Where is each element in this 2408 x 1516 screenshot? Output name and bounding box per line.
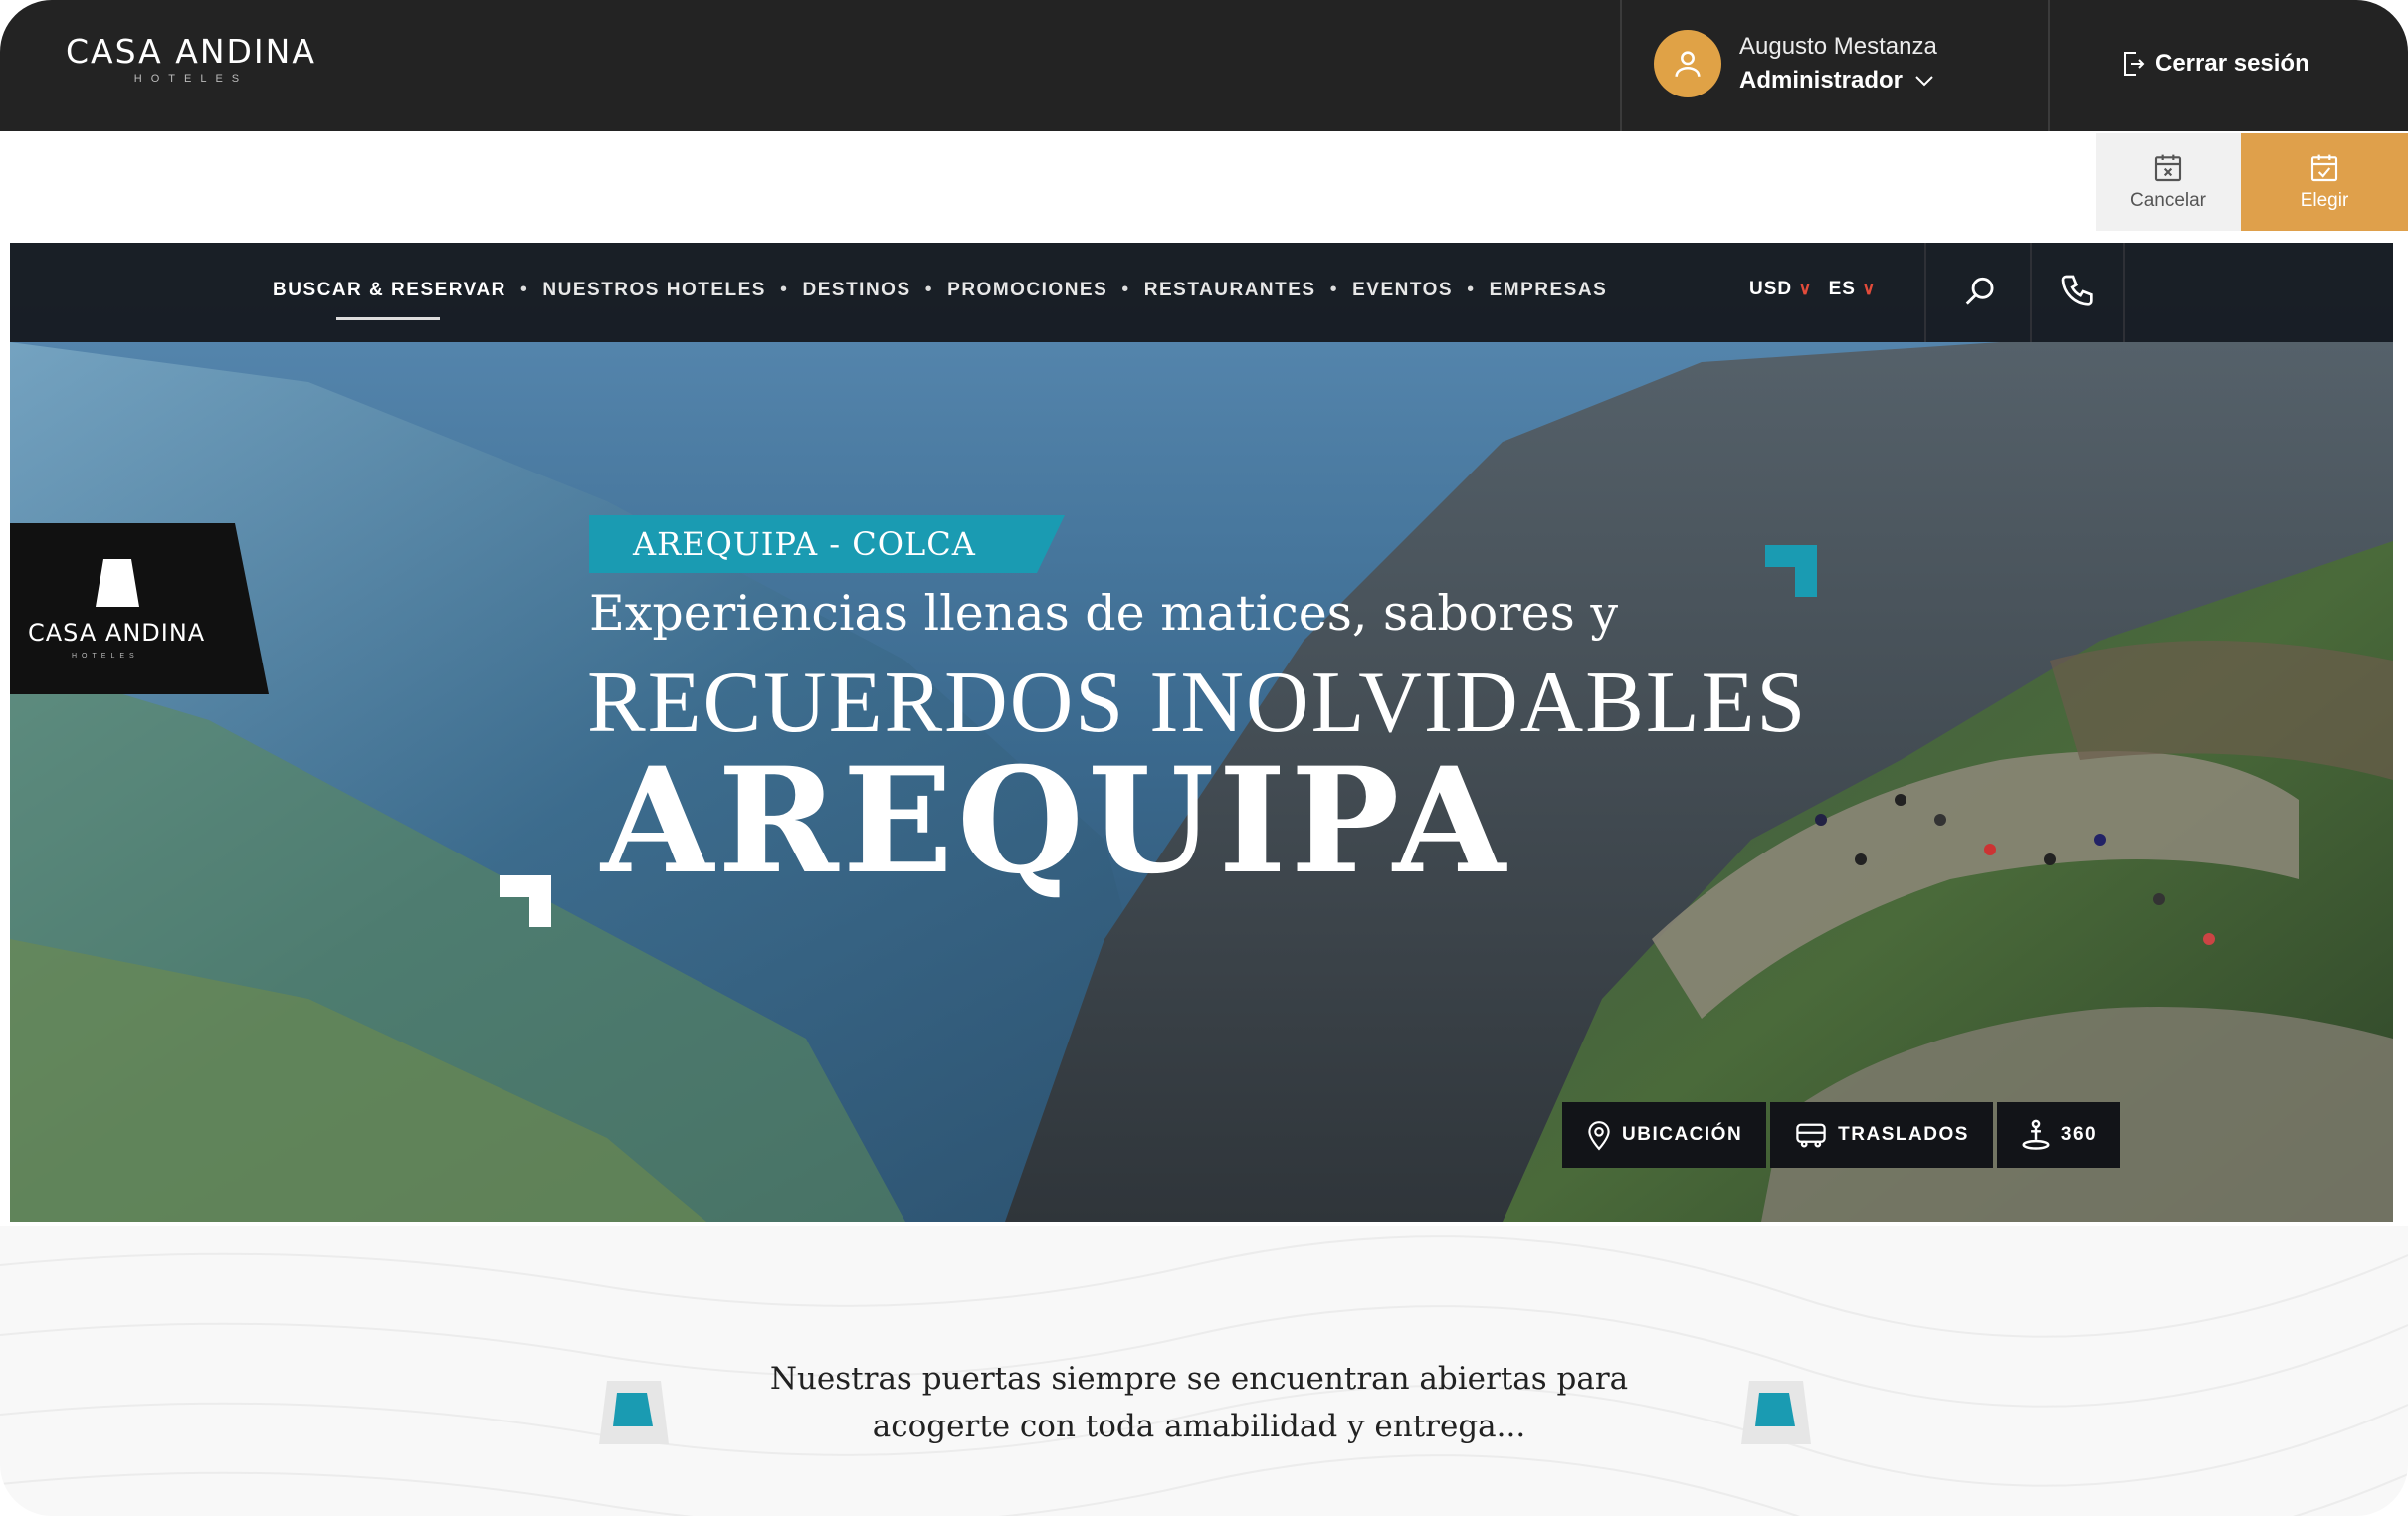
hero-destination-title: AREQUIPA xyxy=(601,736,1510,906)
welcome-section: Nuestras puertas siempre se encuentran a… xyxy=(0,1226,2408,1516)
nav-item-restaurantes[interactable]: RESTAURANTES xyxy=(1144,280,1316,301)
logout-icon xyxy=(2124,52,2145,76)
divider xyxy=(2030,243,2032,342)
divider xyxy=(2048,0,2050,131)
phone-icon[interactable] xyxy=(2058,271,2098,312)
nav-separator: • xyxy=(1329,279,1339,300)
nav-item-buscar-reservar[interactable]: BUSCAR & RESERVAR xyxy=(273,280,506,320)
chevron-down-icon: ∨ xyxy=(1798,279,1813,298)
bus-icon xyxy=(1796,1123,1826,1148)
language-selector[interactable]: ES ∨ xyxy=(1829,279,1877,300)
currency-label: USD xyxy=(1749,279,1793,299)
destination-tag: AREQUIPA - COLCA xyxy=(589,515,1065,573)
location-label: UBICACIÓN xyxy=(1622,1124,1743,1145)
nav-item-eventos[interactable]: EVENTOS xyxy=(1352,280,1453,301)
transfers-label: TRASLADOS xyxy=(1838,1124,1969,1145)
divider xyxy=(2123,243,2125,342)
currency-selector[interactable]: USD ∨ xyxy=(1749,279,1813,300)
admin-top-bar: CASA ANDINA HOTELES Augusto Mestanza Adm… xyxy=(0,0,2408,131)
page-preview: BUSCAR & RESERVAR • NUESTROS HOTELES • D… xyxy=(10,243,2393,1222)
logout-button[interactable]: Cerrar sesión xyxy=(2121,50,2309,78)
badge-shape xyxy=(10,523,269,694)
user-icon xyxy=(1675,51,1701,77)
calendar-x-icon xyxy=(2154,154,2182,182)
user-role-dropdown[interactable]: Administrador xyxy=(1739,67,1937,95)
transfers-button[interactable]: TRASLADOS xyxy=(1770,1102,1993,1168)
nav-separator: • xyxy=(779,279,789,300)
360-icon xyxy=(2022,1119,2050,1150)
divider xyxy=(1924,243,1926,342)
divider xyxy=(1620,0,1622,131)
corner-accent xyxy=(500,875,551,927)
nav-item-nuestros-hoteles[interactable]: NUESTROS HOTELES xyxy=(542,280,766,301)
choose-label: Elegir xyxy=(2300,190,2349,211)
nav-item-empresas[interactable]: EMPRESAS xyxy=(1490,280,1608,301)
badge-sub: HOTELES xyxy=(72,653,139,660)
welcome-line-1: Nuestras puertas siempre se encuentran a… xyxy=(769,1361,1629,1397)
user-avatar xyxy=(1654,30,1721,97)
site-navbar: BUSCAR & RESERVAR • NUESTROS HOTELES • D… xyxy=(10,243,2393,342)
hero-action-buttons: UBICACIÓN TRASLADOS 360 xyxy=(1562,1102,2121,1168)
admin-logo[interactable]: CASA ANDINA HOTELES xyxy=(66,32,316,85)
cancel-button[interactable]: Cancelar xyxy=(2096,133,2241,231)
hotel-badge-logo: CASA ANDINA HOTELES xyxy=(10,523,269,694)
tour-360-label: 360 xyxy=(2060,1124,2098,1145)
hero-subtitle: Experiencias llenas de matices, sabores … xyxy=(589,585,1619,642)
cancel-label: Cancelar xyxy=(2129,190,2207,211)
nav-item-promociones[interactable]: PROMOCIONES xyxy=(947,280,1107,301)
chevron-down-icon: ∨ xyxy=(1862,279,1877,298)
nav-separator: • xyxy=(519,279,529,300)
location-pin-icon xyxy=(1588,1121,1610,1151)
welcome-text: Nuestras puertas siempre se encuentran a… xyxy=(677,1355,1721,1450)
nav-separator: • xyxy=(924,279,934,300)
location-button[interactable]: UBICACIÓN xyxy=(1562,1102,1767,1168)
nav-item-destinos[interactable]: DESTINOS xyxy=(803,280,911,301)
nav-separator: • xyxy=(1467,279,1476,300)
logout-label: Cerrar sesión xyxy=(2155,50,2309,77)
calendar-check-icon xyxy=(2310,154,2338,182)
user-menu[interactable]: Augusto Mestanza Administrador xyxy=(1654,30,1937,97)
choose-button[interactable]: Elegir xyxy=(2241,133,2408,231)
language-label: ES xyxy=(1828,279,1856,299)
chevron-down-icon xyxy=(1915,76,1933,87)
search-icon[interactable] xyxy=(1962,271,2000,312)
badge-brand: CASA ANDINA xyxy=(28,619,206,647)
brand-mark-icon xyxy=(1741,1381,1811,1444)
brand-mark-icon xyxy=(599,1381,669,1444)
admin-logo-subtext: HOTELES xyxy=(133,73,249,85)
admin-logo-text: CASA ANDINA xyxy=(66,32,316,71)
tour-360-button[interactable]: 360 xyxy=(1996,1102,2121,1168)
corner-accent xyxy=(1765,545,1817,597)
nav-separator: • xyxy=(1121,279,1130,300)
welcome-line-2: acogerte con toda amabilidad y entrega..… xyxy=(872,1409,1526,1444)
user-role-label: Administrador xyxy=(1739,67,1904,94)
user-name: Augusto Mestanza xyxy=(1739,33,1937,60)
destination-label: AREQUIPA - COLCA xyxy=(633,525,976,563)
